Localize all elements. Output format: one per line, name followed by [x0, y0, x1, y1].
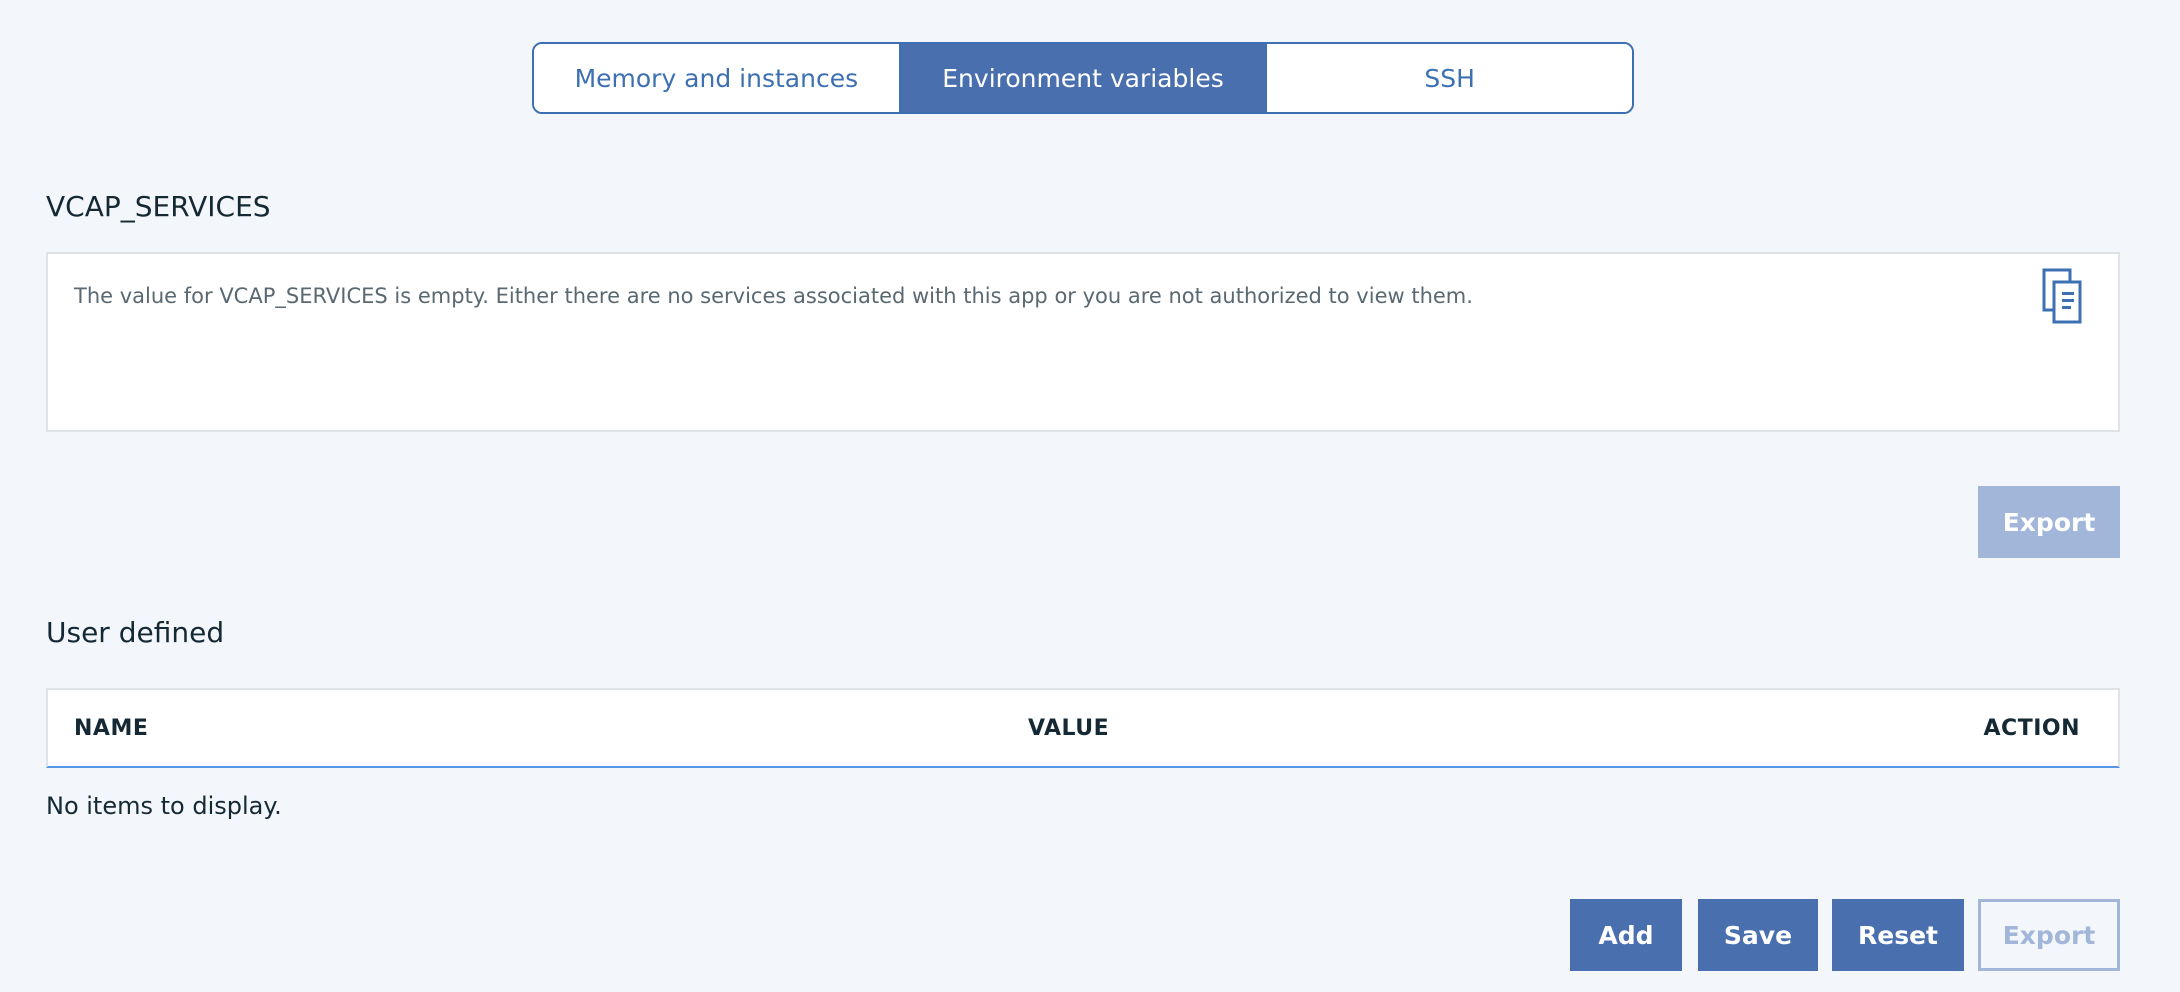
vcap-services-message: The value for VCAP_SERVICES is empty. Ei…	[74, 284, 1473, 308]
vcap-export-button[interactable]: Export	[1978, 486, 2120, 558]
column-header-name: NAME	[74, 715, 149, 741]
vcap-services-title: VCAP_SERVICES	[46, 190, 271, 223]
save-button[interactable]: Save	[1698, 899, 1818, 971]
environment-variables-page: Memory and instances Environment variabl…	[0, 0, 2180, 992]
export-button[interactable]: Export	[1978, 899, 2120, 971]
reset-button[interactable]: Reset	[1832, 899, 1964, 971]
empty-table-message: No items to display.	[46, 792, 282, 820]
column-header-action: ACTION	[1983, 715, 2080, 741]
copy-icon[interactable]	[2040, 268, 2088, 328]
user-defined-title: User defined	[46, 616, 225, 649]
add-button[interactable]: Add	[1570, 899, 1682, 971]
tab-memory-and-instances[interactable]: Memory and instances	[534, 44, 899, 112]
vcap-services-box: The value for VCAP_SERVICES is empty. Ei…	[46, 252, 2120, 432]
column-header-value: VALUE	[1028, 715, 1110, 741]
tab-ssh[interactable]: SSH	[1265, 44, 1632, 112]
tab-bar: Memory and instances Environment variabl…	[532, 42, 1634, 114]
tab-environment-variables[interactable]: Environment variables	[898, 44, 1266, 112]
user-defined-table: NAME VALUE ACTION	[46, 688, 2120, 768]
